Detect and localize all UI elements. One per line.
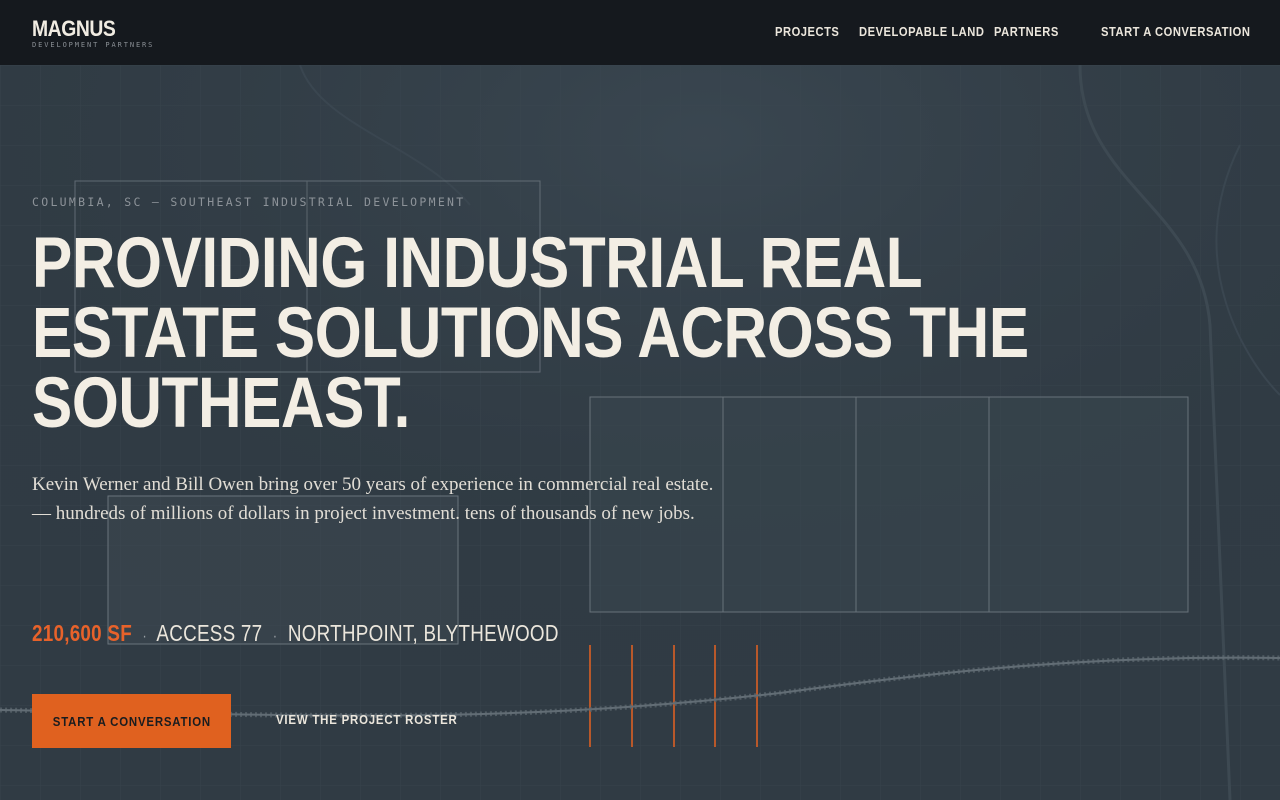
featured-project-stats: 210,600 SF · ACCESS 77 · NORTHPOINT, BLY…	[32, 620, 559, 647]
hero-intro: Kevin Werner and Bill Owen bring over 50…	[32, 474, 714, 524]
nav-link-partners[interactable]: PARTNERS	[994, 24, 1059, 39]
view-project-roster-link[interactable]: VIEW THE PROJECT ROSTER	[276, 712, 458, 727]
hero-headline: PROVIDING INDUSTRIAL REAL ESTATE SOLUTIO…	[32, 224, 1029, 443]
headline-line: SOUTHEAST.	[32, 364, 411, 443]
logo-wordmark: MAGNUS	[32, 16, 116, 41]
stat-square-footage: 210,600 SF	[32, 620, 132, 646]
logo-tagline: DEVELOPMENT PARTNERS	[32, 41, 155, 49]
headline-line: ESTATE SOLUTIONS ACROSS THE	[32, 294, 1029, 373]
top-nav: MAGNUS DEVELOPMENT PARTNERS PROJECTS DEV…	[0, 0, 1280, 65]
stat-separator: ·	[142, 628, 148, 645]
brand-logo[interactable]: MAGNUS DEVELOPMENT PARTNERS	[32, 16, 155, 50]
nav-link-projects[interactable]: PROJECTS	[775, 24, 839, 39]
hero-eyebrow: COLUMBIA, SC — SOUTHEAST INDUSTRIAL DEVE…	[32, 195, 466, 209]
headline-line: PROVIDING INDUSTRIAL REAL	[32, 224, 923, 303]
nav-link-start-conversation[interactable]: START A CONVERSATION	[1101, 24, 1250, 39]
stat-separator: ·	[272, 628, 278, 645]
stat-location: NORTHPOINT, BLYTHEWOOD	[287, 620, 559, 646]
start-conversation-label: START A CONVERSATION	[52, 713, 211, 729]
stat-project-name: ACCESS 77	[156, 620, 263, 646]
start-conversation-button[interactable]: START A CONVERSATION	[32, 694, 231, 748]
nav-link-developable-land[interactable]: DEVELOPABLE LAND	[859, 24, 984, 39]
